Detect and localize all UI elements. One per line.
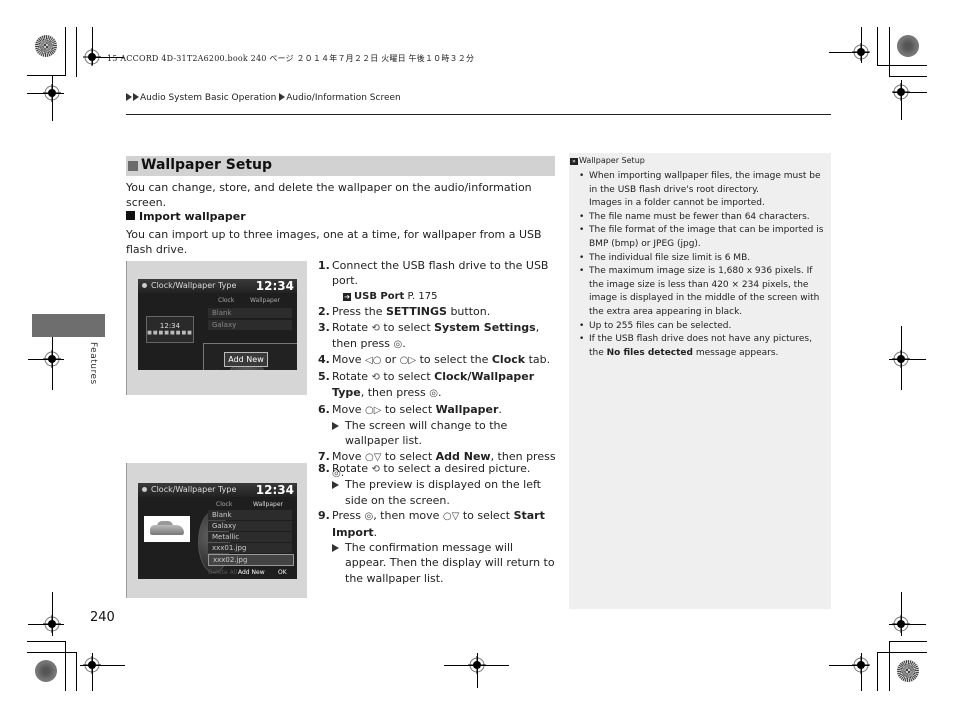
interface-dial-down-icon: ○▽ [442,511,460,523]
breadcrumb-arrow-icon [279,93,286,101]
car-preview-image [144,516,190,542]
clock-preview-dots: ■■■■■■■■ [147,330,193,336]
sidebar-bullet: The file name must be fewer than 64 char… [577,211,827,225]
screen-list-item: Metallic [208,532,292,542]
subsection-title: Import wallpaper [139,210,246,223]
screen-list-item: Galaxy [208,320,292,330]
sidebar-bullet-list: When importing wallpaper files, the imag… [577,170,827,360]
screen-title-bar: Clock/Wallpaper Type 12:34 [138,279,297,293]
registration-disc-icon [35,660,57,682]
registration-disc-icon [35,35,57,57]
page-number: 240 [90,610,115,625]
step-1: 1. Connect the USB flash drive to the US… [318,259,549,288]
section-title: Wallpaper Setup [141,157,273,173]
screen-menu-icon [142,283,147,288]
sidebar-bullet: The individual file size limit is 6 MB. [577,252,827,266]
section-intro: You can change, store, and delete the wa… [126,181,532,209]
sidebar-heading: » Wallpaper Setup [570,156,645,165]
breadcrumb: Audio System Basic Operation Audio/Infor… [126,93,401,103]
result-arrow-icon [332,422,339,431]
step-4: 4. Move ◁○ or ○▷ to select the Clock tab. [318,352,556,368]
procedure-steps: 1. Connect the USB flash drive to the US… [318,258,556,482]
breadcrumb-arrow-icon [133,93,139,101]
double-arrow-icon: » [570,158,578,165]
screen-clock: 12:34 [255,279,294,293]
clock-preview: 12:34 ■■■■■■■■ [146,316,194,343]
step-3: 3. Rotate ⟲ to select System Settings, th… [318,320,556,353]
sidebar-bullet: When importing wallpaper files, the imag… [577,170,827,211]
step-6: 6. Move ○▷ to select Wallpaper. [318,402,556,418]
screen-clock: 12:34 [255,483,294,497]
screenshot-frame-1: Clock/Wallpaper Type 12:34 Clock Wallpap… [126,261,307,395]
procedure-steps-continued: 8. Rotate ⟲ to select a desired picture. … [318,461,556,586]
step-5: 5. Rotate ⟲ to select Clock/Wallpaper Typ… [318,369,556,402]
print-job-info: 15 ACCORD 4D-31T2A6200.book 240 ページ ２０１４… [107,54,475,63]
clock-preview-time: 12:34 [159,322,181,330]
header-rule [126,114,831,115]
subsection-heading: Import wallpaper [126,210,246,223]
breadcrumb-arrow-icon [126,93,132,101]
screen-title-bar: Clock/Wallpaper Type 12:34 [138,483,297,497]
result-arrow-icon [332,481,339,490]
interface-dial-press-icon: ◎ [364,511,374,523]
sidebar-bullet: The maximum image size is 1,680 x 936 pi… [577,265,827,319]
interface-dial-rotate-icon: ⟲ [371,322,380,334]
screen-list-item: xxx01.jpg [208,543,292,553]
screen-tab-wallpaper: Wallpaper [253,501,284,508]
screen-list-item-selected: xxx02.jpg [208,554,294,566]
screen-footer-delete: Delete All [206,369,240,370]
square-bullet-icon [128,161,138,171]
screen-menu-icon [142,487,147,492]
registration-disc-icon [897,660,919,682]
screen-footer-ok: OK [278,569,287,576]
screen-tab-clock: Clock [216,501,233,508]
reference-arrow-icon: ➔ [343,292,351,301]
step-2: 2. Press the SETTINGS button. [318,305,491,319]
screen-footer-add-new: Add New [238,569,265,576]
sidebar-bullet: If the USB flash drive does not have any… [577,333,827,360]
interface-dial-press-icon: ◎ [429,388,438,400]
sidebar-bullet: Up to 255 files can be selected. [577,320,827,334]
interface-dial-right-icon: ○▷ [365,404,382,416]
screen-footer-delete: Delete All [208,569,238,576]
chapter-label: Features [88,342,98,385]
screen-tab-wallpaper: Wallpaper [250,297,281,304]
screen-title: Clock/Wallpaper Type [151,281,237,290]
interface-dial-left-icon: ◁○ [365,355,382,367]
screen-list-item: Blank [208,510,292,520]
interface-dial-right-icon: ○▷ [399,355,417,367]
registration-disc-icon [897,35,919,57]
chapter-tab [32,314,105,337]
section-heading: Wallpaper Setup [126,156,555,176]
step-9-result: The confirmation message will appear. Th… [318,540,556,586]
interface-dial-rotate-icon: ⟲ [371,464,380,475]
screenshot-frame-2: Clock/Wallpaper Type 12:34 Clock Wallpap… [126,463,307,598]
screen-list-item: Galaxy [208,521,292,531]
breadcrumb-item[interactable]: Audio/Information Screen [286,93,401,103]
step-6-result: The screen will change to the wallpaper … [318,418,556,449]
step-8: 8. Rotate ⟲ to select a desired picture. [318,461,556,477]
device-screen-1: Clock/Wallpaper Type 12:34 Clock Wallpap… [138,279,297,370]
result-arrow-icon [332,544,339,553]
screen-list-item: Blank [208,308,292,318]
step-9: 9. Press ◎, then move ○▽ to select Start … [318,509,545,539]
sidebar-bullet: The file format of the image that can be… [577,224,827,251]
subsection-body: You can import up to three images, one a… [126,228,542,256]
breadcrumb-item[interactable]: Audio System Basic Operation [140,93,276,103]
square-bullet-icon [126,211,135,220]
interface-dial-rotate-icon: ⟲ [371,371,380,383]
interface-dial-press-icon: ◎ [393,339,403,351]
cross-reference-link[interactable]: ➔ USB Port P. 175 [318,289,556,304]
screen-tab-clock: Clock [218,297,235,304]
step-8-result: The preview is displayed on the left sid… [318,477,556,508]
add-new-button: Add New [224,352,268,367]
notes-sidebar: »Wallpaper Setup When importing wallpape… [569,153,831,609]
device-screen-2: Clock/Wallpaper Type 12:34 Clock Wallpap… [138,483,297,579]
screen-title: Clock/Wallpaper Type [151,485,237,494]
